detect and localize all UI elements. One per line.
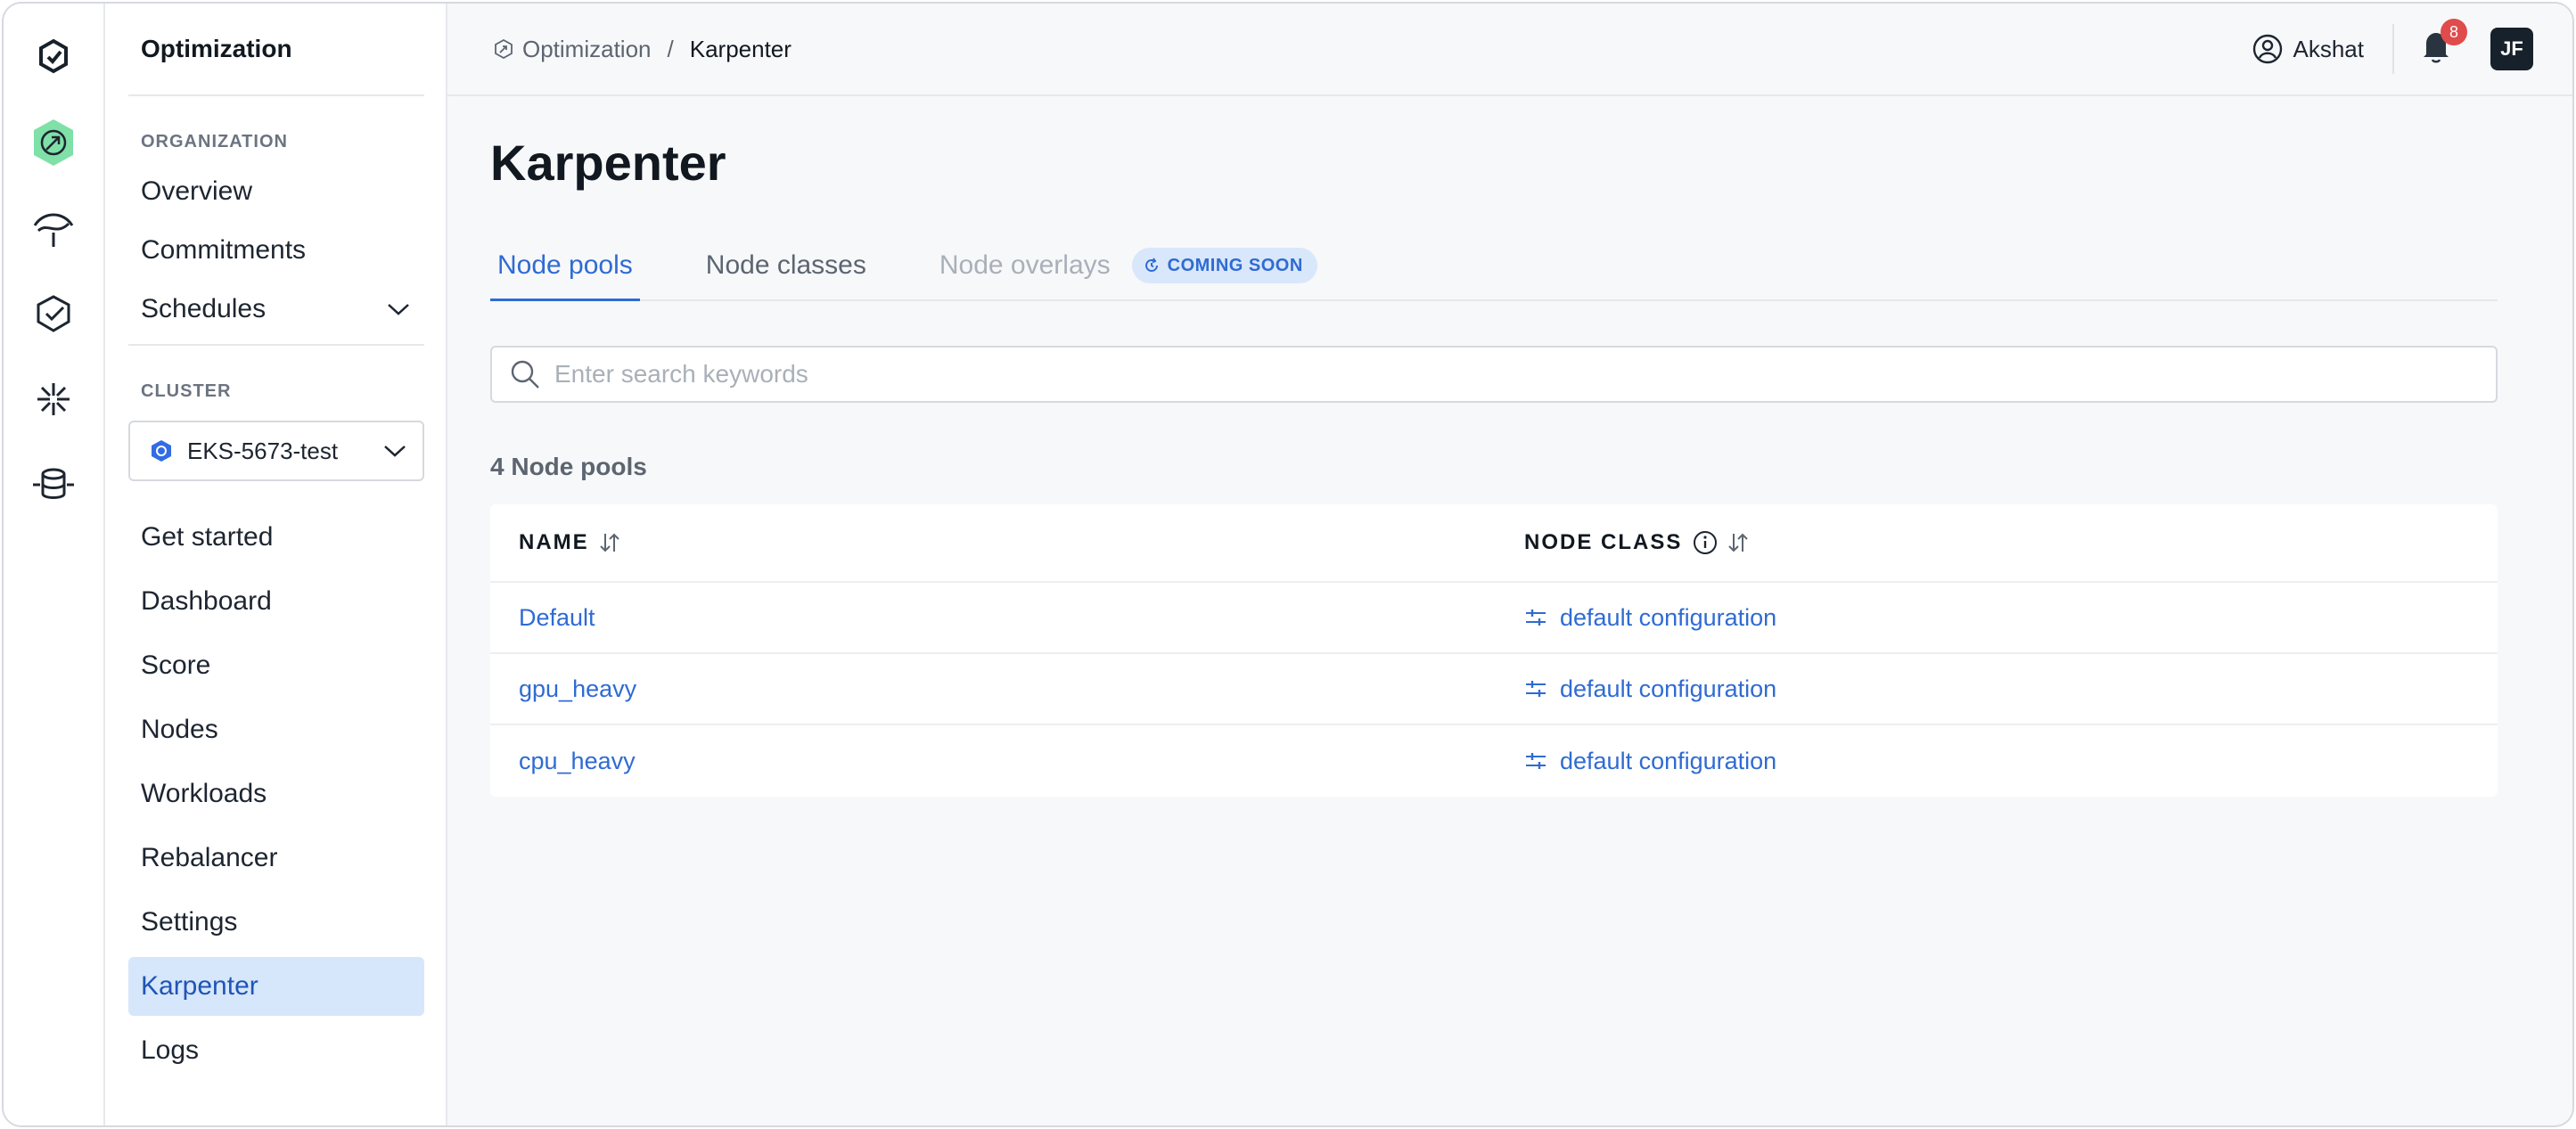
clock-refresh-icon: [1144, 258, 1158, 272]
column-header-name[interactable]: NAME: [519, 530, 1524, 555]
user-name: Akshat: [2293, 35, 2365, 62]
top-bar: Optimization / Karpenter Akshat 8 JF: [447, 4, 2572, 96]
user-menu[interactable]: Akshat: [2252, 34, 2365, 64]
top-right-actions: Akshat 8 JF: [2252, 19, 2533, 74]
notification-badge: 8: [2441, 19, 2467, 45]
node-pool-link[interactable]: Default: [519, 604, 595, 631]
nav-item-settings[interactable]: Settings: [128, 893, 424, 952]
nav-item-workloads[interactable]: Workloads: [128, 765, 424, 823]
breadcrumb-separator: /: [667, 35, 674, 62]
icon-rail: [4, 4, 105, 1125]
node-class-link[interactable]: default configuration: [1524, 748, 1776, 775]
app-window: Optimization ORGANIZATION Overview Commi…: [2, 2, 2574, 1127]
nav-item-nodes[interactable]: Nodes: [128, 700, 424, 759]
node-pool-link[interactable]: gpu_heavy: [519, 675, 636, 702]
page-content: Karpenter Node pools Node classes Node o…: [447, 134, 2572, 797]
ai-sparkle-icon[interactable]: [27, 372, 80, 426]
optimization-icon[interactable]: [27, 116, 80, 169]
nav-divider: [128, 344, 424, 346]
nav-item-overview[interactable]: Overview: [128, 162, 424, 221]
tab-node-classes[interactable]: Node classes: [699, 232, 874, 299]
tab-node-overlays: Node overlays: [939, 250, 1111, 280]
chevron-down-icon: [384, 446, 406, 457]
nav-item-schedules[interactable]: Schedules: [128, 280, 424, 339]
user-icon: [2252, 34, 2282, 64]
avatar[interactable]: JF: [2490, 28, 2533, 70]
nav-item-karpenter[interactable]: Karpenter: [128, 957, 424, 1016]
sliders-icon: [1526, 681, 1546, 697]
organization-label: ORGANIZATION: [141, 132, 288, 151]
nav-item-logs[interactable]: Logs: [128, 1021, 424, 1080]
sliders-icon: [1526, 753, 1546, 769]
main-area: Optimization / Karpenter Akshat 8 JF Kar…: [447, 4, 2572, 1125]
security-icon[interactable]: [27, 287, 80, 340]
node-pools-table: NAME NODE CLASS Default default configur…: [490, 504, 2498, 797]
nav-item-score[interactable]: Score: [128, 636, 424, 695]
logo-icon[interactable]: [27, 30, 80, 84]
node-class-link[interactable]: default configuration: [1524, 675, 1776, 703]
section-title: Optimization: [128, 4, 424, 96]
node-pool-count: 4 Node pools: [490, 453, 647, 480]
table-row: gpu_heavy default configuration: [490, 654, 2498, 725]
cluster-select-value: EKS-5673-test: [187, 437, 339, 464]
tab-bar: Node pools Node classes Node overlays CO…: [490, 233, 2498, 301]
notifications-button[interactable]: 8: [2421, 19, 2467, 69]
cluster-select[interactable]: EKS-5673-test: [128, 421, 424, 481]
info-icon[interactable]: [1693, 530, 1718, 555]
table-header: NAME NODE CLASS: [490, 504, 2498, 583]
breadcrumb-current: Karpenter: [689, 35, 792, 62]
node-class-link[interactable]: default configuration: [1524, 604, 1776, 632]
tab-node-pools[interactable]: Node pools: [490, 232, 640, 301]
sort-icon[interactable]: [1727, 531, 1750, 554]
cluster-label: CLUSTER: [141, 381, 232, 401]
column-header-node-class[interactable]: NODE CLASS: [1524, 530, 1750, 555]
sort-icon[interactable]: [598, 531, 621, 554]
nav-item-dashboard[interactable]: Dashboard: [128, 572, 424, 631]
chevron-down-icon: [388, 304, 409, 315]
page-title: Karpenter: [490, 135, 726, 191]
search-box[interactable]: [490, 346, 2498, 403]
sliders-icon: [1526, 609, 1546, 626]
nav-item-rebalancer[interactable]: Rebalancer: [128, 829, 424, 888]
search-icon: [511, 360, 539, 389]
nav-item-commitments[interactable]: Commitments: [128, 221, 424, 280]
nav-item-get-started[interactable]: Get started: [128, 508, 424, 567]
coming-soon-badge: COMING SOON: [1131, 248, 1317, 283]
node-pool-link[interactable]: cpu_heavy: [519, 748, 636, 774]
database-icon[interactable]: [27, 458, 80, 511]
optimization-small-icon: [495, 39, 513, 59]
search-input[interactable]: [554, 360, 2496, 389]
sub-navigation: Optimization ORGANIZATION Overview Commi…: [105, 4, 447, 1125]
breadcrumb: Optimization / Karpenter: [494, 36, 792, 63]
table-row: cpu_heavy default configuration: [490, 725, 2498, 797]
kubernetes-icon: [152, 440, 171, 462]
breadcrumb-optimization[interactable]: Optimization: [522, 36, 652, 63]
table-row: Default default configuration: [490, 583, 2498, 654]
topbar-divider: [2392, 24, 2394, 74]
cost-monitoring-icon[interactable]: [27, 201, 80, 255]
